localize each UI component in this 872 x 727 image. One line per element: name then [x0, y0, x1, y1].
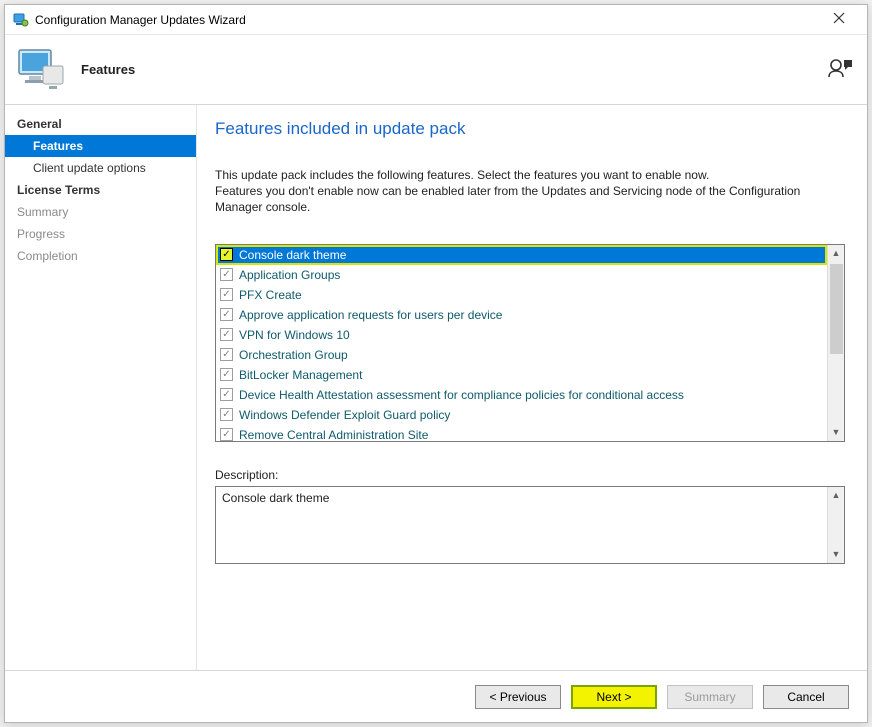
feature-row[interactable]: ✓ BitLocker Management: [216, 365, 827, 385]
feature-checkbox[interactable]: ✓: [220, 368, 233, 381]
desc-scrollbar[interactable]: ▲ ▼: [827, 487, 844, 563]
nav-item-progress[interactable]: Progress: [5, 223, 196, 245]
feature-row[interactable]: ✓ Approve application requests for users …: [216, 305, 827, 325]
scroll-up-icon[interactable]: ▲: [828, 487, 844, 504]
next-button[interactable]: Next >: [571, 685, 657, 709]
footer: < Previous Next > Summary Cancel: [5, 670, 867, 722]
feature-row[interactable]: ✓ Orchestration Group: [216, 345, 827, 365]
feature-label: Approve application requests for users p…: [239, 308, 502, 322]
feature-checkbox[interactable]: ✓: [220, 328, 233, 341]
feature-label: Device Health Attestation assessment for…: [239, 388, 684, 402]
monitor-icon: [15, 44, 67, 96]
features-listbox[interactable]: ✓ Console dark theme ✓ Application Groups ✓ P…: [215, 244, 845, 442]
description-label: Description:: [215, 468, 845, 482]
features-list: ✓ Console dark theme ✓ Application Groups ✓ P…: [216, 245, 827, 441]
feature-label: Application Groups: [239, 268, 340, 282]
nav-item-general[interactable]: General: [5, 113, 196, 135]
feedback-icon: [827, 68, 853, 82]
banner: Features: [5, 35, 867, 105]
main-panel: Features included in update pack This up…: [197, 105, 867, 670]
feature-row[interactable]: ✓ VPN for Windows 10: [216, 325, 827, 345]
intro-text: This update pack includes the following …: [215, 167, 825, 216]
feature-checkbox[interactable]: ✓: [220, 348, 233, 361]
summary-button: Summary: [667, 685, 753, 709]
feature-label: VPN for Windows 10: [239, 328, 350, 342]
feature-row[interactable]: ✓ Console dark theme: [216, 245, 827, 265]
close-icon: [833, 12, 845, 27]
nav-sidebar: GeneralFeaturesClient update optionsLice…: [5, 105, 197, 670]
feature-row[interactable]: ✓ Application Groups: [216, 265, 827, 285]
cancel-button[interactable]: Cancel: [763, 685, 849, 709]
nav-item-features[interactable]: Features: [5, 135, 196, 157]
nav-item-summary[interactable]: Summary: [5, 201, 196, 223]
title-bar: Configuration Manager Updates Wizard: [5, 5, 867, 35]
feature-checkbox[interactable]: ✓: [220, 388, 233, 401]
scroll-down-icon[interactable]: ▼: [828, 546, 844, 563]
previous-button[interactable]: < Previous: [475, 685, 561, 709]
feature-row[interactable]: ✓ PFX Create: [216, 285, 827, 305]
wizard-body: GeneralFeaturesClient update optionsLice…: [5, 105, 867, 670]
feature-checkbox[interactable]: ✓: [220, 288, 233, 301]
feedback-button[interactable]: [827, 57, 853, 82]
feature-label: Orchestration Group: [239, 348, 348, 362]
scroll-thumb[interactable]: [830, 264, 843, 354]
feature-checkbox[interactable]: ✓: [220, 308, 233, 321]
page-heading: Features included in update pack: [215, 119, 845, 139]
feature-row[interactable]: ✓ Remove Central Administration Site: [216, 425, 827, 441]
feature-checkbox[interactable]: ✓: [220, 408, 233, 421]
scroll-down-icon[interactable]: ▼: [828, 424, 844, 441]
feature-checkbox[interactable]: ✓: [220, 428, 233, 441]
nav-item-completion[interactable]: Completion: [5, 245, 196, 267]
description-box: Console dark theme ▲ ▼: [215, 486, 845, 564]
window-title: Configuration Manager Updates Wizard: [35, 13, 246, 27]
wizard-window: Configuration Manager Updates Wizard Fea…: [4, 4, 868, 723]
cm-wizard-icon: [13, 12, 29, 28]
close-button[interactable]: [819, 6, 859, 34]
feature-label: PFX Create: [239, 288, 302, 302]
feature-checkbox[interactable]: ✓: [220, 248, 233, 261]
description-text: Console dark theme: [216, 487, 827, 563]
feature-label: Console dark theme: [239, 248, 346, 262]
nav-item-client-update-options[interactable]: Client update options: [5, 157, 196, 179]
feature-label: BitLocker Management: [239, 368, 362, 382]
feature-row[interactable]: ✓ Device Health Attestation assessment fo…: [216, 385, 827, 405]
feature-label: Windows Defender Exploit Guard policy: [239, 408, 450, 422]
banner-title: Features: [81, 62, 135, 77]
scrollbar[interactable]: ▲ ▼: [827, 245, 844, 441]
feature-row[interactable]: ✓ Windows Defender Exploit Guard policy: [216, 405, 827, 425]
nav-item-license-terms[interactable]: License Terms: [5, 179, 196, 201]
scroll-up-icon[interactable]: ▲: [828, 245, 844, 262]
feature-checkbox[interactable]: ✓: [220, 268, 233, 281]
feature-label: Remove Central Administration Site: [239, 428, 428, 441]
